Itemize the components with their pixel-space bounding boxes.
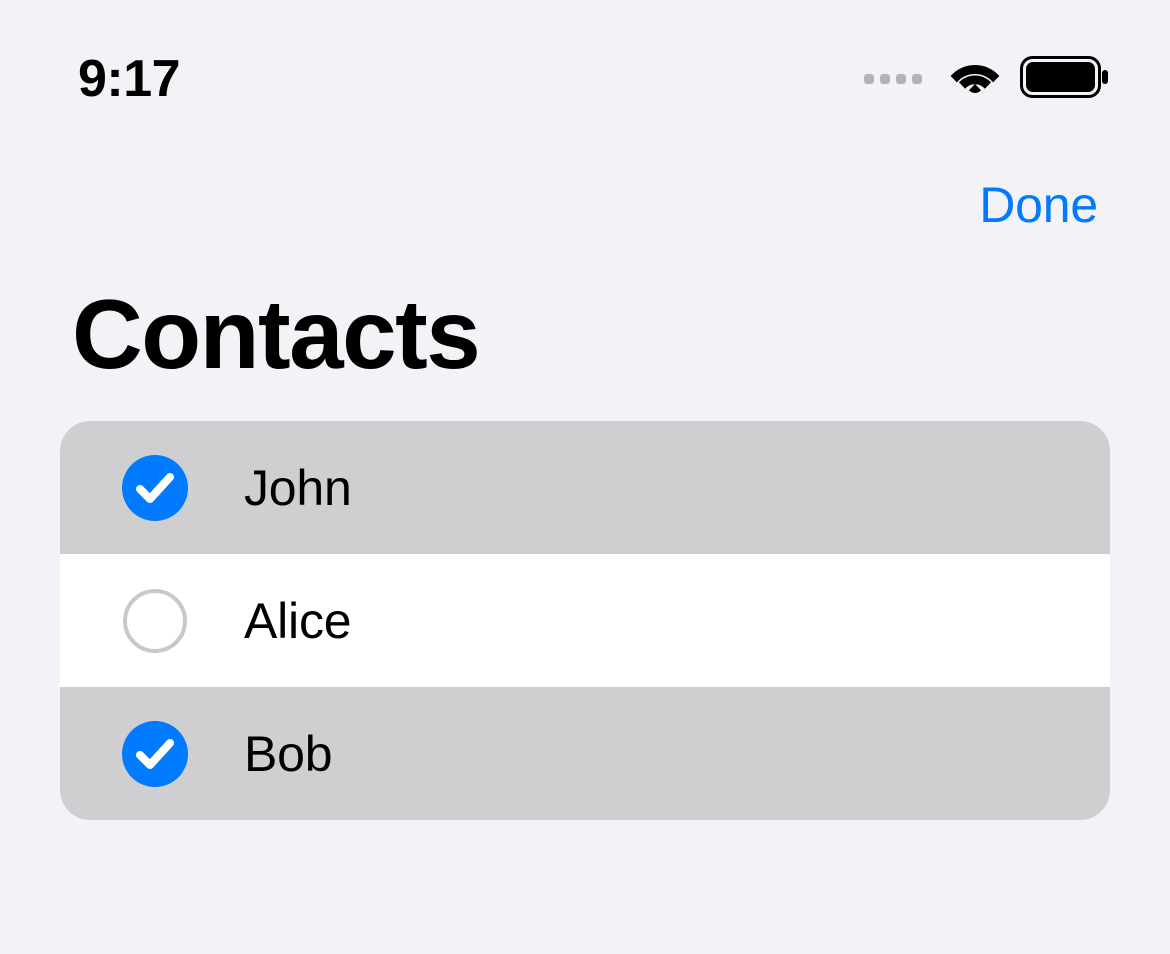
page-title: Contacts xyxy=(0,250,1170,421)
list-item[interactable]: Alice xyxy=(60,554,1110,687)
contacts-list: John Alice Bob xyxy=(60,421,1110,820)
contact-name: Alice xyxy=(244,592,351,650)
status-bar: 9:17 xyxy=(0,0,1170,120)
list-item[interactable]: John xyxy=(60,421,1110,554)
battery-icon xyxy=(1020,56,1110,103)
contact-name: Bob xyxy=(244,725,332,783)
empty-circle-icon xyxy=(122,588,188,654)
wifi-icon xyxy=(948,57,1002,102)
done-button[interactable]: Done xyxy=(979,176,1098,234)
page-dots-icon xyxy=(864,74,922,84)
checkmark-circle-icon xyxy=(122,455,188,521)
status-indicators xyxy=(864,56,1110,103)
checkmark-circle-icon xyxy=(122,721,188,787)
contact-name: John xyxy=(244,459,352,517)
list-item[interactable]: Bob xyxy=(60,687,1110,820)
status-time: 9:17 xyxy=(78,49,180,109)
nav-bar: Done xyxy=(0,120,1170,250)
